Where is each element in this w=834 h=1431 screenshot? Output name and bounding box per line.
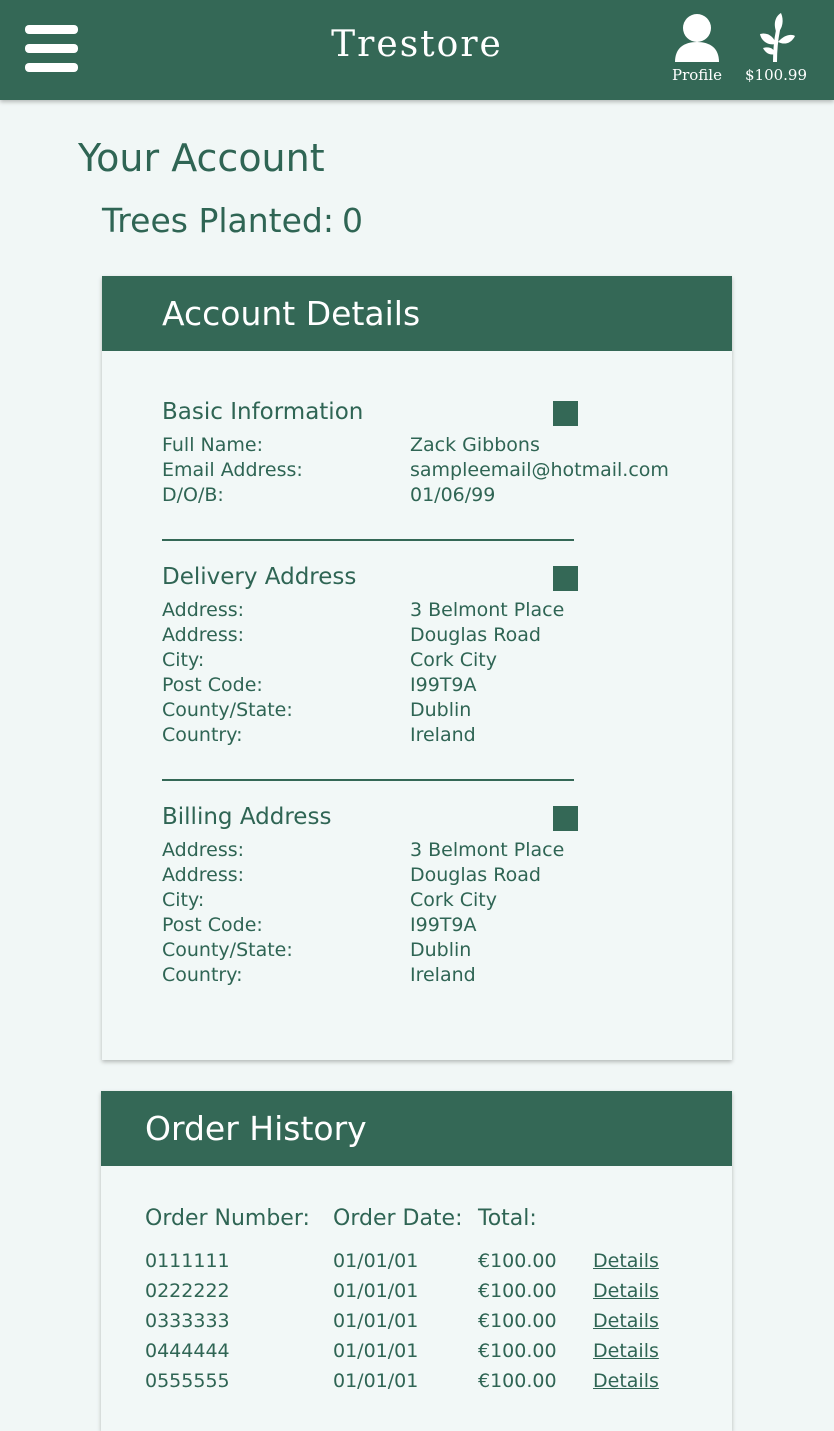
info-row: Full Name: Zack Gibbons bbox=[162, 433, 642, 458]
delivery-address-rows: Address: 3 Belmont Place Address: Dougla… bbox=[162, 598, 642, 748]
trees-planted-label: Trees Planted: bbox=[102, 201, 334, 240]
field-label: Post Code: bbox=[162, 914, 263, 936]
info-row: Address: Douglas Road bbox=[162, 623, 642, 648]
balance-amount: $100.99 bbox=[744, 66, 808, 84]
order-total: €100.00 bbox=[478, 1370, 557, 1392]
info-row: County/State: Dublin bbox=[162, 698, 642, 723]
field-label: City: bbox=[162, 889, 205, 911]
order-total: €100.00 bbox=[478, 1250, 557, 1272]
info-row: D/O/B: 01/06/99 bbox=[162, 483, 642, 508]
field-value: sampleemail@hotmail.com bbox=[410, 459, 669, 481]
order-number: 0333333 bbox=[145, 1310, 230, 1332]
field-label: Address: bbox=[162, 839, 245, 861]
info-row: Post Code: I99T9A bbox=[162, 673, 642, 698]
order-number: 0222222 bbox=[145, 1280, 230, 1302]
order-total: €100.00 bbox=[478, 1280, 557, 1302]
delivery-address-section: Delivery Address Address: 3 Belmont Plac… bbox=[162, 562, 642, 748]
account-details-header: Account Details bbox=[102, 276, 732, 351]
field-value: I99T9A bbox=[410, 914, 477, 936]
edit-basic-information-button[interactable] bbox=[553, 401, 578, 426]
billing-address-rows: Address: 3 Belmont Place Address: Dougla… bbox=[162, 838, 642, 988]
info-row: Address: 3 Belmont Place bbox=[162, 838, 642, 863]
order-total: €100.00 bbox=[478, 1340, 557, 1362]
field-label: Post Code: bbox=[162, 674, 263, 696]
field-value: Dublin bbox=[410, 699, 472, 721]
field-label: Email Address: bbox=[162, 459, 303, 481]
column-header-total: Total: bbox=[478, 1206, 537, 1231]
order-total: €100.00 bbox=[478, 1310, 557, 1332]
column-header-order-number: Order Number: bbox=[145, 1206, 310, 1231]
basic-information-rows: Full Name: Zack Gibbons Email Address: s… bbox=[162, 433, 669, 508]
section-divider bbox=[162, 779, 574, 781]
menu-bar-line bbox=[25, 44, 78, 53]
order-details-link[interactable]: Details bbox=[593, 1366, 659, 1396]
field-label: D/O/B: bbox=[162, 484, 224, 506]
info-row: Address: Douglas Road bbox=[162, 863, 642, 888]
field-value: 3 Belmont Place bbox=[410, 599, 565, 621]
field-value: Douglas Road bbox=[410, 624, 541, 646]
field-label: City: bbox=[162, 649, 205, 671]
order-date: 01/01/01 bbox=[333, 1340, 419, 1362]
info-row: Country: Ireland bbox=[162, 723, 642, 748]
trees-planted-value: 0 bbox=[341, 201, 363, 240]
order-history-header: Order History bbox=[101, 1091, 732, 1166]
menu-bar-line bbox=[25, 25, 78, 34]
info-row: Country: Ireland bbox=[162, 963, 642, 988]
top-navigation-bar: Trestore Profile $100.99 bbox=[0, 0, 834, 100]
edit-delivery-address-button[interactable] bbox=[553, 566, 578, 591]
order-details-link[interactable]: Details bbox=[593, 1336, 659, 1366]
info-row: Post Code: I99T9A bbox=[162, 913, 642, 938]
order-date: 01/01/01 bbox=[333, 1250, 419, 1272]
billing-address-section: Billing Address Address: 3 Belmont Place… bbox=[162, 802, 642, 988]
page-title: Your Account bbox=[78, 136, 325, 180]
info-row: City: Cork City bbox=[162, 648, 642, 673]
field-value: Ireland bbox=[410, 724, 476, 746]
account-details-card: Account Details Basic Information Full N… bbox=[102, 276, 732, 1060]
order-details-link[interactable]: Details bbox=[593, 1306, 659, 1336]
leaf-sprout-icon bbox=[760, 13, 795, 62]
order-date: 01/01/01 bbox=[333, 1310, 419, 1332]
section-divider bbox=[162, 539, 574, 541]
brand-name[interactable]: Trestore bbox=[331, 24, 503, 65]
field-label: Full Name: bbox=[162, 434, 263, 456]
order-details-link[interactable]: Details bbox=[593, 1276, 659, 1306]
order-date: 01/01/01 bbox=[333, 1370, 419, 1392]
field-label: County/State: bbox=[162, 699, 293, 721]
user-icon bbox=[675, 14, 719, 62]
field-label: Address: bbox=[162, 599, 245, 621]
field-value: 01/06/99 bbox=[410, 484, 496, 506]
order-details-link[interactable]: Details bbox=[593, 1246, 659, 1276]
field-value: Zack Gibbons bbox=[410, 434, 540, 456]
order-history-card: Order History Order Number: Order Date: … bbox=[101, 1091, 732, 1431]
field-value: Douglas Road bbox=[410, 864, 541, 886]
order-number: 0444444 bbox=[145, 1340, 230, 1362]
column-header-order-date: Order Date: bbox=[333, 1206, 463, 1231]
profile-button[interactable]: Profile bbox=[666, 12, 728, 88]
field-label: County/State: bbox=[162, 939, 293, 961]
field-label: Country: bbox=[162, 964, 243, 986]
field-value: Cork City bbox=[410, 889, 497, 911]
profile-label: Profile bbox=[672, 66, 722, 84]
trees-planted-counter: Trees Planted: 0 bbox=[102, 201, 363, 240]
order-number: 0555555 bbox=[145, 1370, 230, 1392]
order-date: 01/01/01 bbox=[333, 1280, 419, 1302]
field-label: Address: bbox=[162, 864, 245, 886]
basic-information-section: Basic Information Full Name: Zack Gibbon… bbox=[162, 397, 669, 508]
info-row: Address: 3 Belmont Place bbox=[162, 598, 642, 623]
order-number: 0111111 bbox=[145, 1250, 230, 1272]
field-value: I99T9A bbox=[410, 674, 477, 696]
hamburger-menu-icon[interactable] bbox=[25, 25, 78, 73]
field-value: Ireland bbox=[410, 964, 476, 986]
field-value: Cork City bbox=[410, 649, 497, 671]
balance-button[interactable]: $100.99 bbox=[738, 12, 814, 88]
edit-billing-address-button[interactable] bbox=[553, 806, 578, 831]
field-value: 3 Belmont Place bbox=[410, 839, 565, 861]
info-row: City: Cork City bbox=[162, 888, 642, 913]
field-label: Country: bbox=[162, 724, 243, 746]
info-row: County/State: Dublin bbox=[162, 938, 642, 963]
menu-bar-line bbox=[25, 63, 78, 72]
field-label: Address: bbox=[162, 624, 245, 646]
field-value: Dublin bbox=[410, 939, 472, 961]
info-row: Email Address: sampleemail@hotmail.com bbox=[162, 458, 669, 483]
